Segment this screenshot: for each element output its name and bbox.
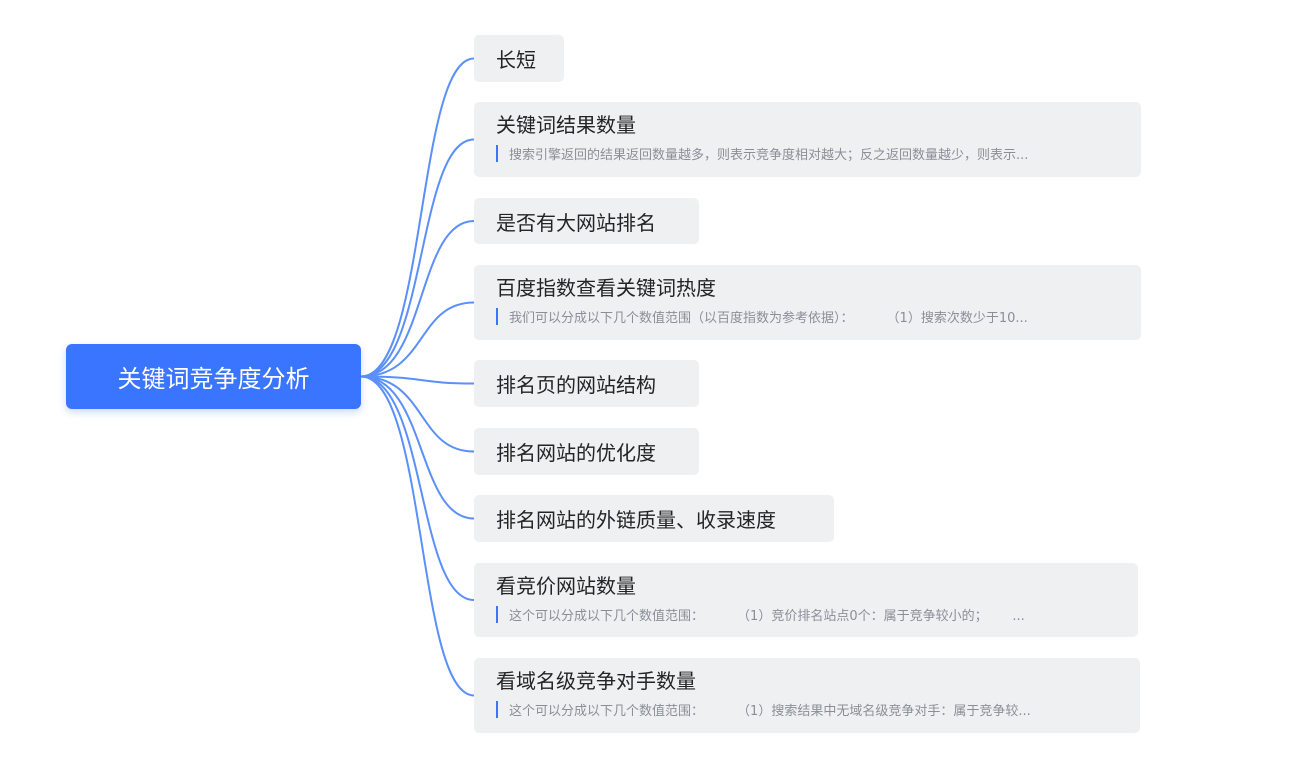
note-accent-bar: [496, 605, 498, 623]
branch-connector-7: [360, 375, 475, 601]
branch-note: 这个可以分成以下几个数值范围： （1）竞价排名站点0个：属于竞争较小的； ...: [496, 604, 1116, 624]
branch-note: 我们可以分成以下几个数值范围（以百度指数为参考依据）： （1）搜索次数少于10.…: [496, 306, 1119, 326]
branch-note-text: 我们可以分成以下几个数值范围（以百度指数为参考依据）： （1）搜索次数少于10.…: [509, 310, 1028, 326]
note-accent-bar: [496, 144, 498, 162]
branch-title: 关键词结果数量: [496, 113, 636, 137]
branch-title: 排名网站的优化度: [496, 441, 656, 465]
branch-node-backlinks[interactable]: 排名网站的外链质量、收录速度: [474, 495, 834, 542]
note-accent-bar: [496, 307, 498, 325]
branch-node-big-site-ranking[interactable]: 是否有大网站排名: [474, 198, 699, 244]
branch-node-optimization[interactable]: 排名网站的优化度: [474, 428, 699, 475]
branch-title: 百度指数查看关键词热度: [496, 276, 716, 300]
branch-connector-2: [360, 220, 475, 378]
branch-connector-0: [360, 57, 475, 378]
branch-node-ppc-count[interactable]: 看竞价网站数量 这个可以分成以下几个数值范围： （1）竞价排名站点0个：属于竞争…: [474, 563, 1138, 637]
branch-connector-3: [360, 301, 475, 378]
branch-title: 是否有大网站排名: [496, 210, 656, 235]
branch-node-domain-competitors[interactable]: 看域名级竞争对手数量 这个可以分成以下几个数值范围： （1）搜索结果中无域名级竞…: [474, 658, 1140, 733]
branch-note-text: 搜索引擎返回的结果返回数量越多，则表示竞争度相对越大；反之返回数量越少，则表示.…: [509, 147, 1029, 163]
branch-note-text: 这个可以分成以下几个数值范围： （1）搜索结果中无域名级竞争对手：属于竞争较..…: [509, 703, 1031, 719]
branch-title: 看域名级竞争对手数量: [496, 669, 696, 693]
branch-connector-6: [360, 375, 475, 520]
branch-note-text: 这个可以分成以下几个数值范围： （1）竞价排名站点0个：属于竞争较小的； ...: [509, 608, 1025, 624]
branch-title: 长短: [496, 48, 536, 72]
branch-title: 排名页的网站结构: [496, 373, 656, 397]
branch-title: 看竞价网站数量: [496, 574, 636, 598]
note-accent-bar: [496, 700, 498, 718]
branch-connector-4: [360, 375, 475, 385]
branch-connector-8: [360, 375, 475, 697]
branch-title: 排名网站的外链质量、收录速度: [496, 508, 776, 532]
branch-node-baidu-index[interactable]: 百度指数查看关键词热度 我们可以分成以下几个数值范围（以百度指数为参考依据）： …: [474, 265, 1141, 340]
branch-connector-1: [360, 138, 475, 378]
branch-node-page-structure[interactable]: 排名页的网站结构: [474, 360, 699, 407]
branch-node-length[interactable]: 长短: [474, 35, 564, 82]
branch-note: 搜索引擎返回的结果返回数量越多，则表示竞争度相对越大；反之返回数量越少，则表示.…: [496, 143, 1119, 163]
root-topic-node[interactable]: 关键词竞争度分析: [66, 344, 361, 409]
branch-connector-5: [360, 375, 475, 453]
branch-note: 这个可以分成以下几个数值范围： （1）搜索结果中无域名级竞争对手：属于竞争较..…: [496, 699, 1118, 719]
branch-node-result-count[interactable]: 关键词结果数量 搜索引擎返回的结果返回数量越多，则表示竞争度相对越大；反之返回数…: [474, 102, 1141, 177]
root-topic-label: 关键词竞争度分析: [117, 365, 310, 393]
